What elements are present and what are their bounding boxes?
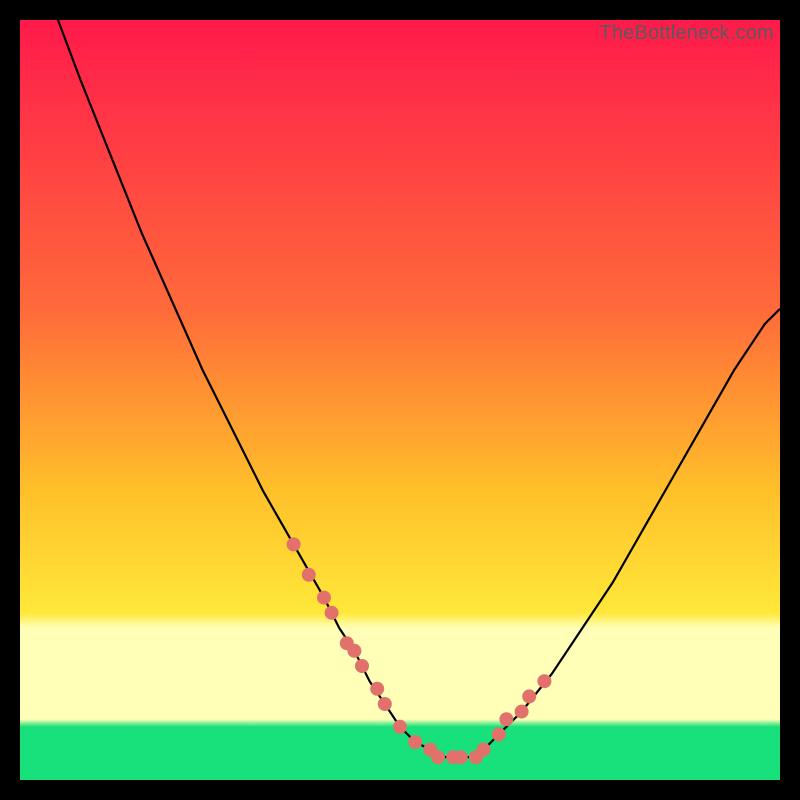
highlight-dot [408, 735, 422, 749]
watermark-text: TheBottleneck.com [599, 22, 774, 45]
highlight-dot [287, 537, 301, 551]
highlight-dot [431, 750, 445, 764]
highlight-dot [522, 689, 536, 703]
highlight-dot [537, 674, 551, 688]
highlight-dot [370, 682, 384, 696]
highlight-dot [393, 720, 407, 734]
highlight-dot [317, 591, 331, 605]
chart-frame: TheBottleneck.com [20, 20, 780, 780]
highlight-dot [347, 644, 361, 658]
gradient-background [20, 20, 780, 780]
highlight-dot [515, 705, 529, 719]
highlight-dot [492, 727, 506, 741]
highlight-dot [477, 743, 491, 757]
highlight-dot [378, 697, 392, 711]
highlight-dot [454, 750, 468, 764]
highlight-dot [499, 712, 513, 726]
highlight-dot [355, 659, 369, 673]
highlight-dot [325, 606, 339, 620]
bottleneck-chart [20, 20, 780, 780]
highlight-dot [302, 568, 316, 582]
